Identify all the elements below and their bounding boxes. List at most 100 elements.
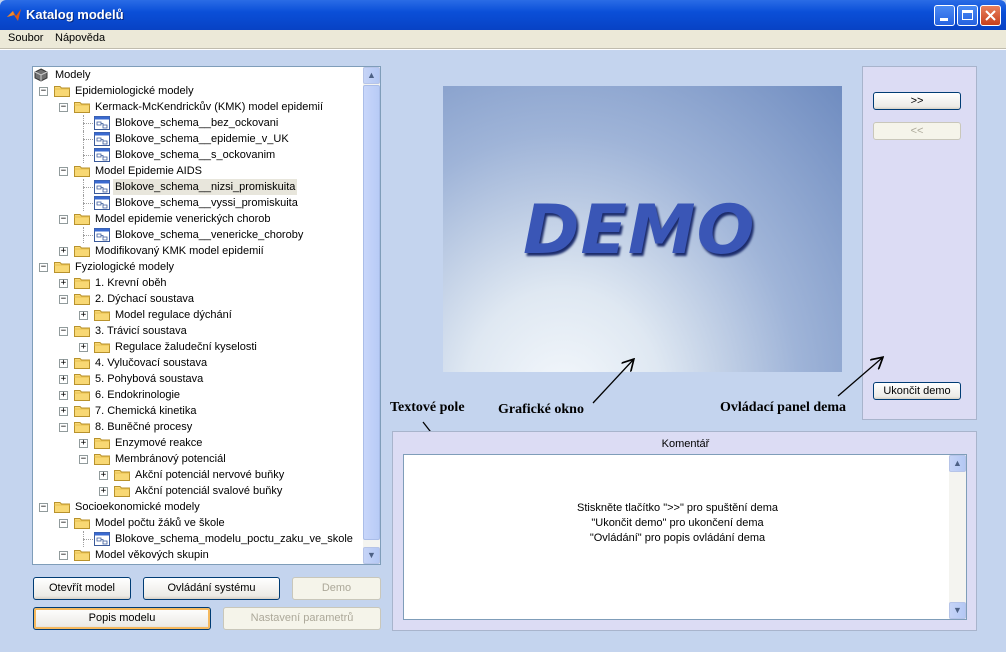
- end-demo-button[interactable]: Ukončit demo: [873, 382, 961, 400]
- folder-icon: [94, 341, 110, 353]
- tree-folder-item[interactable]: − Membránový potenciál: [33, 451, 363, 467]
- system-controls-button[interactable]: Ovládání systému: [143, 577, 280, 600]
- expand-icon[interactable]: +: [59, 279, 68, 288]
- comment-scrollbar[interactable]: ▲ ▼: [949, 455, 966, 619]
- window-title: Katalog modelů: [26, 7, 124, 22]
- comment-scroll-up-button[interactable]: ▲: [949, 455, 966, 472]
- tree-folder-item[interactable]: − Epidemiologické modely: [33, 83, 363, 99]
- annotation-graphic-window: Grafické okno: [498, 402, 584, 417]
- collapse-icon[interactable]: −: [39, 503, 48, 512]
- tree-folder-item[interactable]: − Socioekonomické modely: [33, 499, 363, 515]
- tree-folder-item[interactable]: − Model počtu žáků ve škole: [33, 515, 363, 531]
- tree-folder-item[interactable]: + Modifikovaný KMK model epidemií: [33, 243, 363, 259]
- scroll-up-button[interactable]: ▲: [363, 67, 380, 84]
- tree-folder-item[interactable]: − 8. Buněčné procesy: [33, 419, 363, 435]
- model-description-button[interactable]: Popis modelu: [33, 607, 211, 630]
- scroll-thumb[interactable]: [363, 85, 380, 540]
- collapse-icon[interactable]: −: [39, 263, 48, 272]
- block-diagram-icon: [94, 180, 110, 194]
- folder-icon: [94, 309, 110, 321]
- expand-icon[interactable]: +: [79, 343, 88, 352]
- tree-folder-item[interactable]: + Model regulace dýchání: [33, 307, 363, 323]
- tree-scrollbar[interactable]: ▲ ▼: [363, 67, 380, 564]
- collapse-icon[interactable]: −: [59, 167, 68, 176]
- folder-icon: [74, 389, 90, 401]
- menu-soubor[interactable]: Soubor: [8, 32, 43, 44]
- minimize-button[interactable]: [934, 5, 955, 26]
- tree-folder-item[interactable]: − 2. Dýchací soustava: [33, 291, 363, 307]
- collapse-icon[interactable]: −: [59, 295, 68, 304]
- tree-item-label: Blokove_schema__venericke_choroby: [115, 229, 304, 241]
- tree-folder-item[interactable]: − Kermack-McKendrickův (KMK) model epidem…: [33, 99, 363, 115]
- tree-folder-item[interactable]: + Akční potenciál svalové buňky: [33, 483, 363, 499]
- tree-folder-item[interactable]: − Fyziologické modely: [33, 259, 363, 275]
- collapse-icon[interactable]: −: [59, 423, 68, 432]
- comment-panel: Komentář Stiskněte tlačítko ">>" pro spu…: [392, 431, 977, 631]
- expand-icon[interactable]: +: [59, 391, 68, 400]
- collapse-icon[interactable]: −: [59, 519, 68, 528]
- tree-folder-item[interactable]: +5. Pohybová soustava: [33, 371, 363, 387]
- expand-icon[interactable]: +: [79, 311, 88, 320]
- expand-icon[interactable]: +: [79, 439, 88, 448]
- folder-icon: [74, 405, 90, 417]
- tree-model-item[interactable]: Blokove_schema_modelu_poctu_zaku_ve_skol…: [33, 531, 363, 547]
- tree-folder-item[interactable]: +6. Endokrinologie: [33, 387, 363, 403]
- tree-model-item[interactable]: Blokove_schema__venericke_choroby: [33, 227, 363, 243]
- tree-folder-item[interactable]: − Model Epidemie AIDS: [33, 163, 363, 179]
- collapse-icon[interactable]: −: [59, 103, 68, 112]
- next-button[interactable]: >>: [873, 92, 961, 110]
- tree-item-label: 1. Krevní oběh: [95, 277, 167, 289]
- comment-text: Stiskněte tlačítko ">>" pro spuštění dem…: [404, 501, 951, 546]
- collapse-icon[interactable]: −: [59, 327, 68, 336]
- tree-folder-item[interactable]: + Regulace žaludeční kyselosti: [33, 339, 363, 355]
- tree-folder-item[interactable]: + Enzymové reakce: [33, 435, 363, 451]
- annotation-text-field: Textové pole: [390, 400, 465, 415]
- collapse-icon[interactable]: −: [79, 455, 88, 464]
- tree-folder-item[interactable]: +1. Krevní oběh: [33, 275, 363, 291]
- tree-folder-item[interactable]: − Model epidemie venerických chorob: [33, 211, 363, 227]
- tree-folder-item[interactable]: + Akční potenciál nervové buňky: [33, 467, 363, 483]
- maximize-button[interactable]: [957, 5, 978, 26]
- tree-model-item[interactable]: Blokove_schema__nizsi_promiskuita: [33, 179, 363, 195]
- comment-textbox[interactable]: Stiskněte tlačítko ">>" pro spuštění dem…: [403, 454, 967, 620]
- scroll-down-button[interactable]: ▼: [363, 547, 380, 564]
- matlab-icon: [7, 9, 21, 21]
- close-icon: [985, 10, 996, 21]
- expand-icon[interactable]: +: [59, 359, 68, 368]
- close-button[interactable]: [980, 5, 1001, 26]
- prev-button[interactable]: <<: [873, 122, 961, 140]
- tree-item-label: Membránový potenciál: [115, 453, 226, 465]
- chevron-down-icon: ▼: [953, 605, 962, 615]
- tree-model-item[interactable]: Blokove_schema__s_ockovanim: [33, 147, 363, 163]
- tree-connector: [83, 539, 93, 540]
- folder-icon: [74, 245, 90, 257]
- tree-model-item[interactable]: Blokove_schema__vyssi_promiskuita: [33, 195, 363, 211]
- demo-button[interactable]: Demo: [292, 577, 381, 600]
- tree-root[interactable]: Modely: [33, 67, 363, 83]
- parameter-settings-button[interactable]: Nastavení parametrů: [223, 607, 381, 630]
- expand-icon[interactable]: +: [59, 407, 68, 416]
- collapse-icon[interactable]: −: [59, 551, 68, 560]
- model-tree[interactable]: − Model věkových skupin Blokove_schema_mod…: [32, 66, 381, 565]
- tree-model-item[interactable]: Blokove_schema__epidemie_v_UK: [33, 131, 363, 147]
- menu-napoveda[interactable]: Nápověda: [55, 32, 105, 44]
- tree-folder-item[interactable]: − 3. Trávicí soustava: [33, 323, 363, 339]
- demo-graphic-text: DEMO: [523, 191, 756, 270]
- tree-model-item[interactable]: Blokove_schema__bez_ockovani: [33, 115, 363, 131]
- tree-item-label: Blokove_schema__s_ockovanim: [115, 149, 276, 161]
- tree-item-label: Fyziologické modely: [75, 261, 175, 273]
- comment-scroll-down-button[interactable]: ▼: [949, 602, 966, 619]
- expand-icon[interactable]: +: [99, 487, 108, 496]
- collapse-icon[interactable]: −: [39, 87, 48, 96]
- tree-folder-item[interactable]: − Model věkových skupin: [33, 547, 363, 563]
- tree-item-label: 6. Endokrinologie: [95, 389, 181, 401]
- tree-folder-item[interactable]: +7. Chemická kinetika: [33, 403, 363, 419]
- tree-folder-item[interactable]: +4. Vylučovací soustava: [33, 355, 363, 371]
- expand-icon[interactable]: +: [59, 247, 68, 256]
- open-model-button[interactable]: Otevřít model: [33, 577, 131, 600]
- expand-icon[interactable]: +: [99, 471, 108, 480]
- expand-icon[interactable]: +: [59, 375, 68, 384]
- collapse-icon[interactable]: −: [59, 215, 68, 224]
- tree-item-label: 4. Vylučovací soustava: [95, 357, 208, 369]
- maximize-icon: [962, 10, 973, 20]
